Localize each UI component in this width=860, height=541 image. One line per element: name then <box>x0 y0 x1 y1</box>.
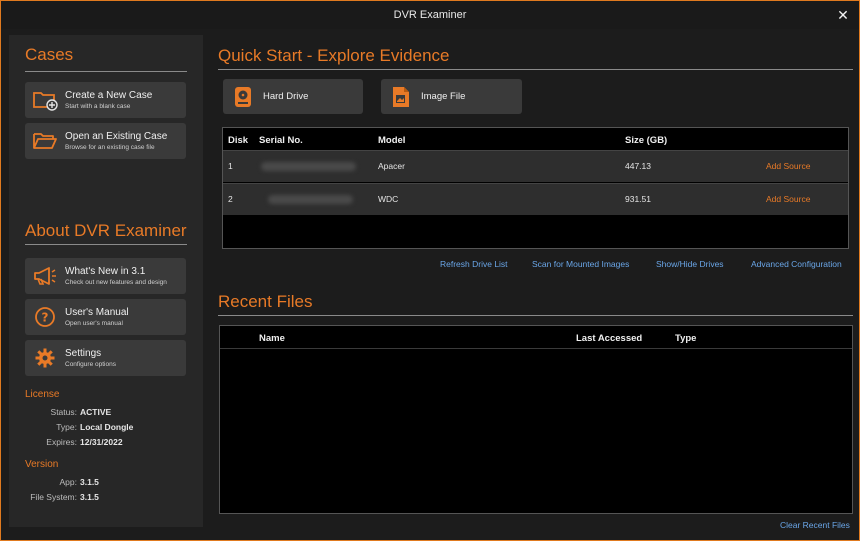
divider <box>25 71 187 72</box>
recent-files-table[interactable]: Name Last Accessed Type <box>219 325 853 514</box>
header-divider <box>220 348 852 349</box>
table-row[interactable]: 2 WDC 931.51 Add Source <box>223 183 848 215</box>
whats-new-button[interactable]: What's New in 3.1 Check out new features… <box>25 258 186 294</box>
quick-start-heading: Quick Start - Explore Evidence <box>218 46 450 65</box>
users-manual-button[interactable]: ? User's Manual Open user's manual <box>25 299 186 335</box>
recent-files-heading: Recent Files <box>218 292 313 311</box>
sidebar: Cases Create a New Case Start with a bla… <box>9 35 203 527</box>
col-size: Size (GB) <box>625 135 668 146</box>
clear-recent-files-link[interactable]: Clear Recent Files <box>780 520 850 530</box>
add-source-link[interactable]: Add Source <box>766 161 810 171</box>
create-case-subtitle: Start with a blank case <box>65 103 131 110</box>
manual-subtitle: Open user's manual <box>65 320 123 327</box>
manual-title: User's Manual <box>65 307 129 318</box>
megaphone-icon <box>25 258 65 294</box>
open-case-title: Open an Existing Case <box>65 131 168 142</box>
add-source-link[interactable]: Add Source <box>766 194 810 204</box>
license-type: Type: Local Dongle <box>56 422 134 432</box>
col-last-accessed: Last Accessed <box>576 333 643 344</box>
show-hide-drives-link[interactable]: Show/Hide Drives <box>656 259 724 269</box>
create-case-button[interactable]: Create a New Case Start with a blank cas… <box>25 82 186 118</box>
drives-table: Disk Serial No. Model Size (GB) 1 Apacer… <box>222 127 849 249</box>
svg-text:?: ? <box>42 311 49 325</box>
col-name: Name <box>259 333 285 344</box>
version-app: App: 3.1.5 <box>59 477 99 487</box>
refresh-drive-list-link[interactable]: Refresh Drive List <box>440 259 508 269</box>
col-disk: Disk <box>228 135 249 146</box>
table-row[interactable]: 1 Apacer 447.13 Add Source <box>223 150 848 182</box>
help-icon: ? <box>25 299 65 335</box>
about-heading: About DVR Examiner <box>25 221 187 240</box>
col-model: Model <box>378 135 406 146</box>
gear-icon <box>25 340 65 376</box>
model-cell: WDC <box>378 194 399 204</box>
license-status: Status: ACTIVE <box>50 407 112 417</box>
model-cell: Apacer <box>378 161 405 171</box>
whats-new-subtitle: Check out new features and design <box>65 279 167 286</box>
col-type: Type <box>675 333 697 344</box>
open-folder-icon <box>25 123 65 159</box>
title-bar: DVR Examiner ✕ <box>1 1 859 29</box>
settings-subtitle: Configure options <box>65 361 116 368</box>
serial-redacted <box>268 195 353 204</box>
settings-button[interactable]: Settings Configure options <box>25 340 186 376</box>
serial-redacted <box>261 162 356 171</box>
settings-title: Settings <box>65 348 102 359</box>
version-heading: Version <box>25 459 59 470</box>
col-serial: Serial No. <box>259 135 303 146</box>
scan-mounted-images-link[interactable]: Scan for Mounted Images <box>532 259 629 269</box>
image-file-label: Image File <box>421 91 466 102</box>
license-heading: License <box>25 389 60 400</box>
close-button[interactable]: ✕ <box>833 5 853 25</box>
size-cell: 447.13 <box>625 161 651 171</box>
disk-cell: 2 <box>228 194 233 204</box>
hard-drive-label: Hard Drive <box>263 91 309 102</box>
divider <box>25 244 187 245</box>
image-file-button[interactable]: Image File <box>381 79 522 114</box>
window-title: DVR Examiner <box>393 9 467 21</box>
size-cell: 931.51 <box>625 194 651 204</box>
whats-new-title: What's New in 3.1 <box>65 266 146 277</box>
cases-heading: Cases <box>25 45 74 64</box>
hard-drive-button[interactable]: Hard Drive <box>223 79 363 114</box>
image-file-icon <box>381 86 421 108</box>
divider <box>218 315 853 316</box>
hard-drive-icon <box>223 86 263 108</box>
new-folder-icon <box>25 82 65 118</box>
disk-cell: 1 <box>228 161 233 171</box>
open-case-subtitle: Browse for an existing case file <box>65 144 155 151</box>
version-filesystem: File System: 3.1.5 <box>30 492 99 502</box>
create-case-title: Create a New Case <box>65 90 153 101</box>
open-case-button[interactable]: Open an Existing Case Browse for an exis… <box>25 123 186 159</box>
advanced-configuration-link[interactable]: Advanced Configuration <box>751 259 842 269</box>
divider <box>218 69 853 70</box>
license-expires: Expires: 12/31/2022 <box>46 437 123 447</box>
